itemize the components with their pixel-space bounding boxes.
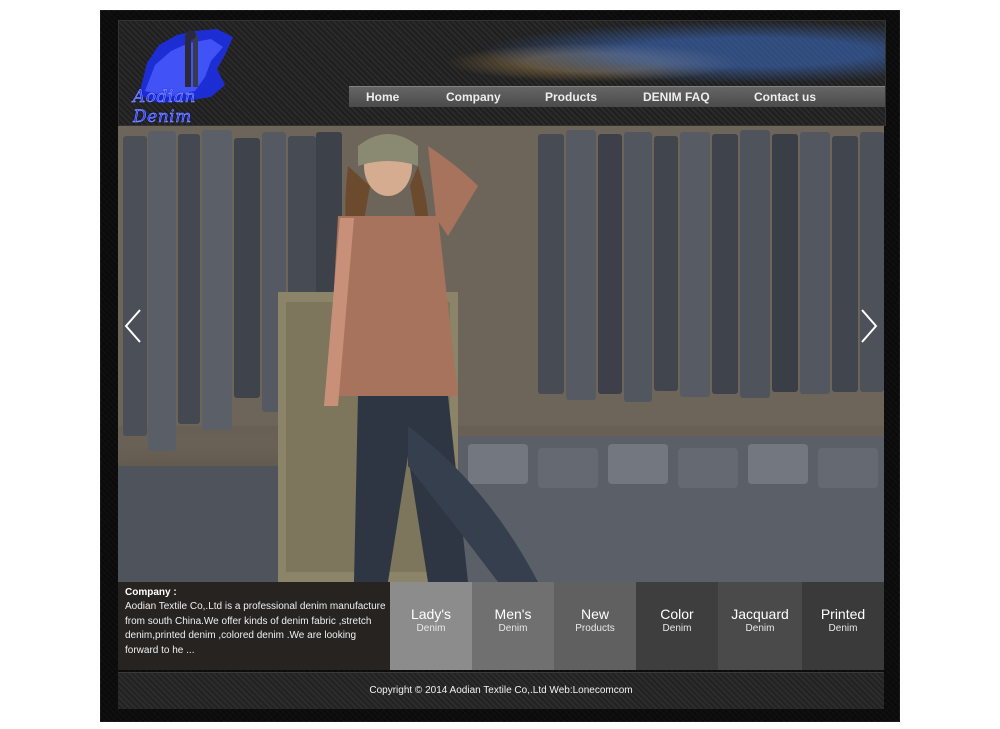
tile-mens-denim[interactable]: Men's Denim [472,582,554,670]
tile-color-denim[interactable]: Color Denim [636,582,718,670]
chevron-right-icon [861,309,878,343]
hero-slider[interactable] [118,126,884,582]
category-tiles: Lady's Denim Men's Denim New Products Co… [390,582,884,670]
tile-title: Men's [494,606,532,622]
logo-text: Aodian Denim [133,87,196,126]
company-intro: Company : Aodian Textile Co,.Ltd is a pr… [118,582,390,670]
tile-ladys-denim[interactable]: Lady's Denim [390,582,472,670]
company-title: Company : [125,587,177,598]
tile-subtitle: Denim [416,623,446,634]
prev-slide-button[interactable] [122,306,146,346]
tile-subtitle: Denim [828,623,858,634]
nav-products[interactable]: Products [545,87,597,107]
tile-subtitle: Denim [498,623,528,634]
nav-denim-faq[interactable]: DENIM FAQ [643,87,710,107]
nav-company[interactable]: Company [446,87,501,107]
main-nav: Home Company Products DENIM FAQ Contact … [349,86,885,107]
logo[interactable]: Aodian Denim [125,25,255,125]
company-description[interactable]: Aodian Textile Co,.Ltd is a professional… [125,600,387,658]
tile-jacquard-denim[interactable]: Jacquard Denim [718,582,802,670]
tile-subtitle: Products [575,623,615,634]
nav-contact-us[interactable]: Contact us [754,87,816,107]
nav-home[interactable]: Home [366,87,399,107]
site-header: Aodian Denim Home Company Products DENIM… [118,20,886,126]
next-slide-button[interactable] [856,306,880,346]
tile-title: Lady's [410,606,452,622]
site-footer: Copyright © 2014 Aodian Textile Co,.Ltd … [118,672,884,709]
tile-title: New [580,606,609,622]
hero-image [118,126,884,582]
tile-title: Jacquard [731,606,789,622]
tile-title: Color [660,606,694,622]
tile-subtitle: Denim [745,623,775,634]
chevron-left-icon [124,309,141,343]
tile-subtitle: Denim [662,623,692,634]
copyright-text: Copyright © 2014 Aodian Textile Co,.Ltd … [369,685,633,696]
tile-printed-denim[interactable]: Printed Denim [802,582,884,670]
tile-new-products[interactable]: New Products [554,582,636,670]
tile-title: Printed [820,606,866,622]
